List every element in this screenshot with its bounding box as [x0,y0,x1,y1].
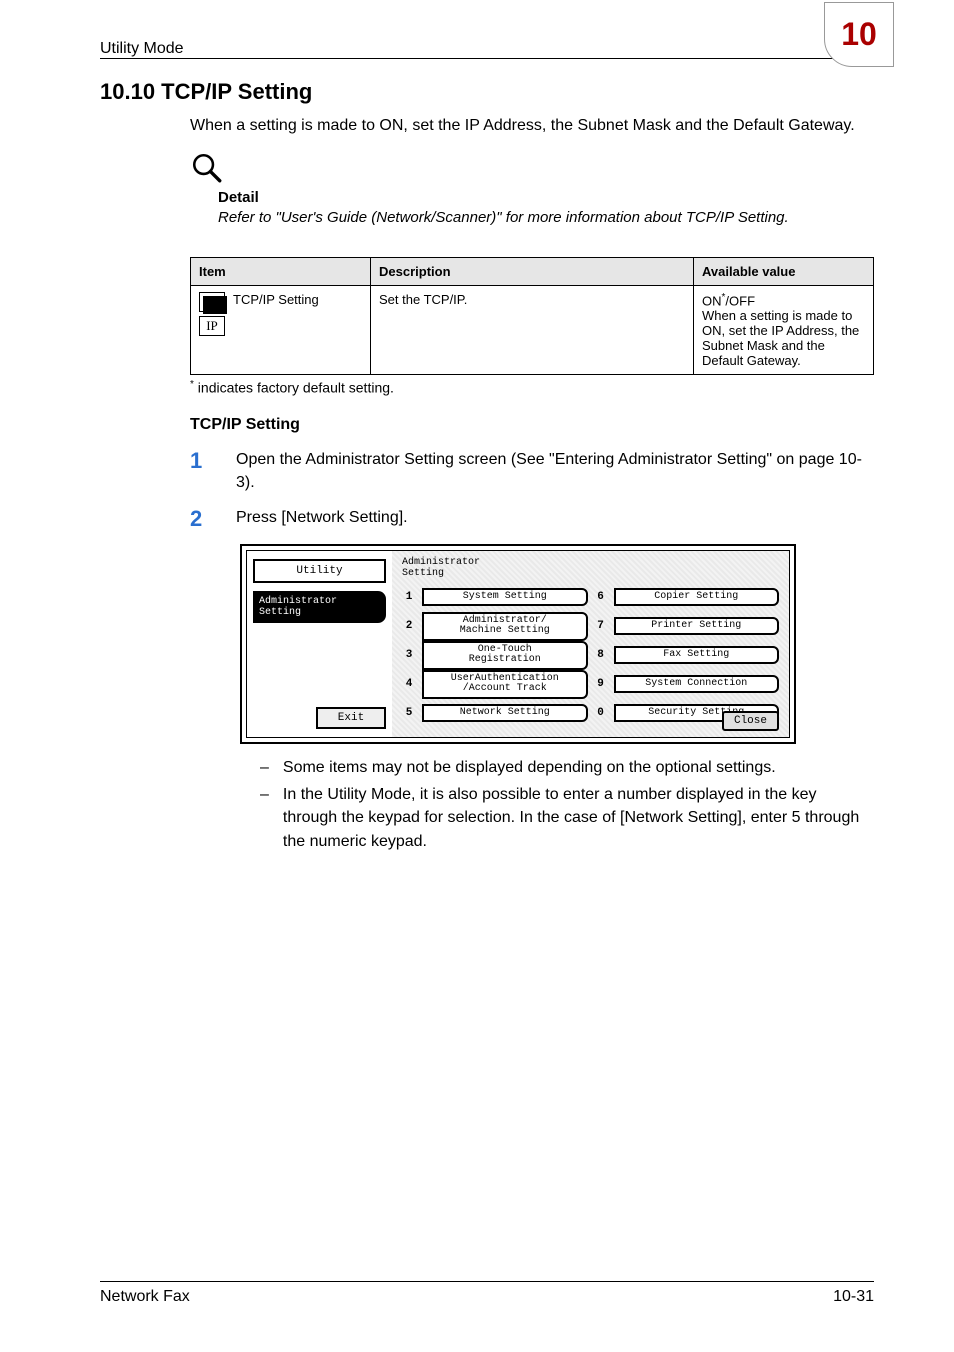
menu-num-0: 0 [594,707,608,719]
screen-title: Administrator Setting [402,557,779,579]
menu-fax-setting[interactable]: Fax Setting [614,646,780,665]
device-screen: Utility Administrator Setting Exit Admin… [240,544,796,744]
utility-button[interactable]: Utility [253,559,386,583]
step-number: 1 [190,448,214,474]
admin-setting-tab[interactable]: Administrator Setting [253,591,386,623]
menu-num-5: 5 [402,707,416,719]
close-button[interactable]: Close [722,711,779,731]
item-name: TCP/IP Setting [233,292,319,307]
intro-text: When a setting is made to ON, set the IP… [190,115,874,137]
detail-heading: Detail [218,189,874,206]
menu-num-8: 8 [594,649,608,661]
table-header-row: Item Description Available value [191,257,874,285]
menu-num-7: 7 [594,620,608,632]
section-heading: 10.10 TCP/IP Setting [100,79,874,105]
menu-grid: 1 System Setting 6 Copier Setting 2 Admi… [402,585,779,725]
subheading: TCP/IP Setting [190,416,874,434]
menu-num-6: 6 [594,591,608,603]
item-available: ON*/OFF When a setting is made to ON, se… [694,285,874,374]
menu-network-setting[interactable]: Network Setting [422,704,588,723]
menu-system-connection[interactable]: System Connection [614,675,780,694]
footer-right: 10-31 [833,1288,874,1306]
footnote: * indicates factory default setting. [190,379,874,396]
menu-system-setting[interactable]: System Setting [422,588,588,607]
menu-printer-setting[interactable]: Printer Setting [614,617,780,636]
menu-num-4: 4 [402,678,416,690]
header-section: Utility Mode [100,40,184,58]
dash-icon: – [260,783,269,853]
step-number: 2 [190,506,214,532]
settings-table: Item Description Available value I IP TC… [190,257,874,375]
dash-icon: – [260,756,269,779]
table-row: I IP TCP/IP Setting Set the TCP/IP. ON*/… [191,285,874,374]
menu-num-2: 2 [402,620,416,632]
step-1: 1 Open the Administrator Setting screen … [190,448,874,494]
menu-one-touch-registration[interactable]: One-Touch Registration [422,641,588,670]
note-item: – Some items may not be displayed depend… [260,756,874,779]
th-item: Item [191,257,371,285]
th-description: Description [371,257,694,285]
menu-num-1: 1 [402,591,416,603]
item-description: Set the TCP/IP. [371,285,694,374]
menu-num-9: 9 [594,678,608,690]
ip-icon-bottom: IP [199,316,225,336]
magnifier-icon [190,151,224,185]
step-text: Press [Network Setting]. [236,506,874,529]
step-2: 2 Press [Network Setting]. [190,506,874,532]
chapter-number-box: 10 [824,2,894,67]
th-available: Available value [694,257,874,285]
detail-body: Refer to "User's Guide (Network/Scanner)… [218,208,874,228]
note-item: – In the Utility Mode, it is also possib… [260,783,874,853]
footer-left: Network Fax [100,1288,190,1306]
step-text: Open the Administrator Setting screen (S… [236,448,874,494]
menu-admin-machine-setting[interactable]: Administrator/ Machine Setting [422,612,588,641]
menu-user-auth-track[interactable]: UserAuthentication /Account Track [422,670,588,699]
menu-copier-setting[interactable]: Copier Setting [614,588,780,607]
ip-icon-top: I [199,292,225,312]
chapter-number: 10 [841,16,877,53]
menu-num-3: 3 [402,649,416,661]
exit-button[interactable]: Exit [316,707,386,729]
